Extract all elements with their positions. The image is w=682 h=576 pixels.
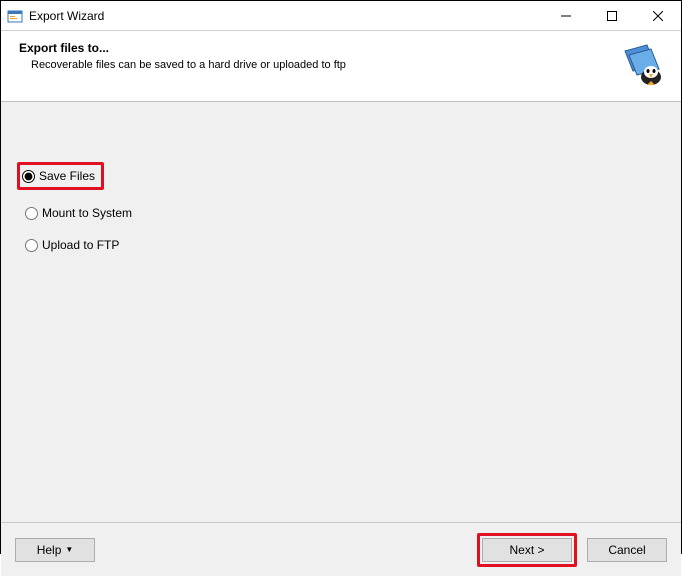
option-mount-system-label: Mount to System: [42, 206, 132, 220]
wizard-icon: [617, 41, 665, 89]
cancel-button[interactable]: Cancel: [587, 538, 667, 562]
wizard-content: Save Files Mount to System Upload to FTP: [1, 102, 681, 522]
minimize-button[interactable]: [543, 1, 589, 30]
window-title: Export Wizard: [29, 9, 543, 23]
radio-save-files[interactable]: [22, 170, 35, 183]
radio-mount-system[interactable]: [25, 207, 38, 220]
titlebar: Export Wizard: [1, 1, 681, 31]
app-icon: [7, 8, 23, 24]
option-upload-ftp[interactable]: Upload to FTP: [21, 236, 123, 254]
wizard-footer: Help ▼ Next > Cancel: [1, 522, 681, 576]
window-controls: [543, 1, 681, 30]
maximize-button[interactable]: [589, 1, 635, 30]
export-options-group: Save Files Mount to System Upload to FTP: [21, 162, 661, 254]
header-title: Export files to...: [19, 41, 346, 55]
header-text: Export files to... Recoverable files can…: [19, 41, 346, 71]
option-save-files-label: Save Files: [39, 169, 95, 183]
radio-upload-ftp[interactable]: [25, 239, 38, 252]
cancel-button-label: Cancel: [608, 543, 645, 557]
option-mount-system[interactable]: Mount to System: [21, 204, 136, 222]
header-subtitle: Recoverable files can be saved to a hard…: [19, 59, 346, 71]
next-button[interactable]: Next >: [482, 538, 572, 562]
help-button[interactable]: Help ▼: [15, 538, 95, 562]
next-button-label: Next >: [509, 543, 544, 557]
option-upload-ftp-label: Upload to FTP: [42, 238, 119, 252]
close-button[interactable]: [635, 1, 681, 30]
wizard-header: Export files to... Recoverable files can…: [1, 31, 681, 102]
help-button-label: Help: [37, 543, 62, 557]
next-button-highlight: Next >: [477, 533, 577, 567]
chevron-down-icon: ▼: [65, 545, 73, 554]
option-save-files[interactable]: Save Files: [17, 162, 104, 190]
